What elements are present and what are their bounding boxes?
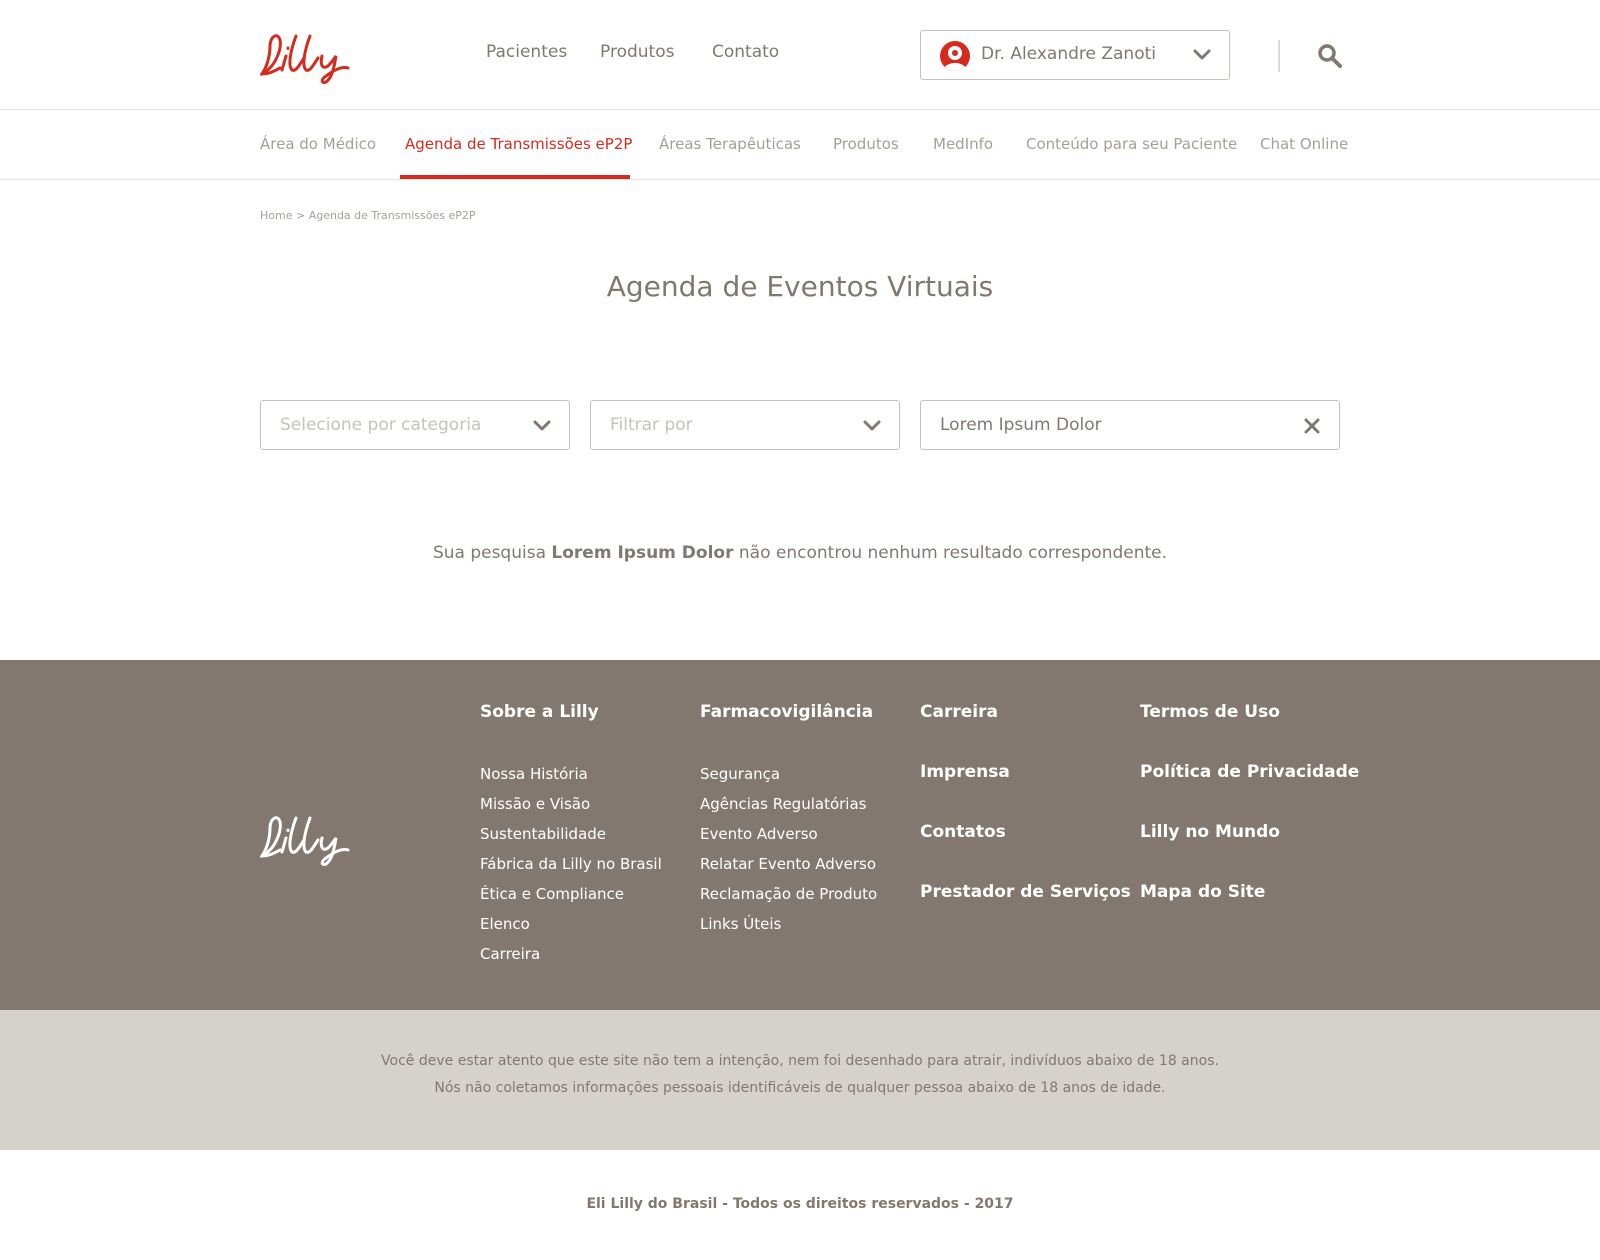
breadcrumb-separator: > — [295, 209, 306, 222]
user-name: Dr. Alexandre Zanoti — [981, 44, 1156, 64]
filter-by-select[interactable]: Filtrar por — [590, 400, 900, 450]
footer-link[interactable]: Agências Regulatórias — [700, 795, 866, 813]
lilly-logo-mark — [259, 34, 350, 84]
footer-link[interactable]: Segurança — [700, 765, 780, 783]
footer-link[interactable]: Relatar Evento Adverso — [700, 855, 876, 873]
chevron-down-icon — [1193, 49, 1211, 60]
age-disclaimer: Você deve estar atento que este site não… — [0, 1010, 1600, 1150]
search-field-value[interactable]: Lorem Ipsum Dolor — [940, 415, 1102, 435]
footer-link[interactable]: Reclamação de Produto — [700, 885, 877, 903]
no-results-suffix: não encontrou nenhum resultado correspon… — [738, 543, 1168, 563]
header-divider — [1278, 40, 1280, 72]
site-footer: Sobre a Lilly Nossa História Missão e Vi… — [0, 660, 1600, 1010]
chevron-down-icon — [863, 420, 881, 431]
breadcrumb-current: Agenda de Transmissões eP2P — [308, 209, 476, 222]
filter-by-placeholder: Filtrar por — [610, 415, 693, 435]
subnav-medinfo[interactable]: MedInfo — [933, 135, 993, 153]
subnav-chat-online[interactable]: Chat Online — [1260, 135, 1348, 153]
user-avatar-icon — [940, 41, 970, 71]
user-menu-select[interactable]: Dr. Alexandre Zanoti — [920, 30, 1230, 80]
lilly-footer-logo — [260, 816, 350, 866]
footer-link-imprensa[interactable]: Imprensa — [920, 762, 1010, 782]
nav-pacientes[interactable]: Pacientes — [486, 42, 567, 62]
no-results-prefix: Sua pesquisa — [432, 543, 546, 563]
footer-link-prestador[interactable]: Prestador de Serviços — [920, 882, 1131, 902]
footer-link[interactable]: Carreira — [480, 945, 540, 963]
search-field[interactable]: Lorem Ipsum Dolor — [920, 400, 1340, 450]
search-icon[interactable] — [1316, 42, 1344, 70]
breadcrumb: Home > Agenda de Transmissões eP2P — [260, 209, 475, 222]
footer-link[interactable]: Fábrica da Lilly no Brasil — [480, 855, 662, 873]
disclaimer-line-1: Você deve estar atento que este site não… — [381, 1053, 1219, 1069]
no-results-query: Lorem Ipsum Dolor — [551, 543, 734, 563]
breadcrumb-home[interactable]: Home — [260, 209, 292, 222]
chevron-down-icon — [533, 420, 551, 431]
subnav-produtos[interactable]: Produtos — [833, 135, 899, 153]
footer-link-termos[interactable]: Termos de Uso — [1140, 702, 1280, 722]
active-tab-indicator — [400, 175, 630, 179]
page-title: Agenda de Eventos Virtuais — [606, 270, 994, 303]
nav-produtos[interactable]: Produtos — [600, 42, 674, 62]
footer-link-lilly-mundo[interactable]: Lilly no Mundo — [1140, 822, 1280, 842]
footer-link[interactable]: Missão e Visão — [480, 795, 590, 813]
no-results-message: Sua pesquisa Lorem Ipsum Dolor não encon… — [0, 543, 1600, 563]
footer-link[interactable]: Links Úteis — [700, 915, 781, 933]
footer-link-privacidade[interactable]: Política de Privacidade — [1140, 762, 1359, 782]
footer-link[interactable]: Evento Adverso — [700, 825, 818, 843]
footer-link[interactable]: Nossa História — [480, 765, 588, 783]
subnav-agenda-transmissoes[interactable]: Agenda de Transmissões eP2P — [405, 135, 632, 153]
footer-link[interactable]: Elenco — [480, 915, 530, 933]
footer-link[interactable]: Ética e Compliance — [480, 885, 624, 903]
disclaimer-line-2: Nós não coletamos informações pessoais i… — [434, 1080, 1166, 1096]
footer-link[interactable]: Sustentabilidade — [480, 825, 606, 843]
footer-link-mapa-site[interactable]: Mapa do Site — [1140, 882, 1265, 902]
footer-title-sobre[interactable]: Sobre a Lilly — [480, 702, 599, 722]
footer-link-carreira[interactable]: Carreira — [920, 702, 998, 722]
copyright: Eli Lilly do Brasil - Todos os direitos … — [586, 1196, 1014, 1212]
subnav-areas-terapeuticas[interactable]: Áreas Terapêuticas — [659, 135, 801, 153]
category-select-placeholder: Selecione por categoria — [280, 415, 482, 435]
footer-link-contatos[interactable]: Contatos — [920, 822, 1006, 842]
subnav-conteudo-paciente[interactable]: Conteúdo para seu Paciente — [1026, 135, 1237, 153]
nav-contato[interactable]: Contato — [712, 42, 779, 62]
secondary-nav: Área do Médico Agenda de Transmissões eP… — [0, 110, 1600, 180]
lilly-logo[interactable] — [259, 28, 354, 84]
footer-title-farmacovigilancia[interactable]: Farmacovigilância — [700, 702, 873, 722]
category-select[interactable]: Selecione por categoria — [260, 400, 570, 450]
top-header: Pacientes Produtos Contato Dr. Alexandre… — [0, 0, 1600, 110]
subnav-area-do-medico[interactable]: Área do Médico — [260, 135, 376, 153]
clear-search-icon[interactable] — [1303, 417, 1321, 435]
